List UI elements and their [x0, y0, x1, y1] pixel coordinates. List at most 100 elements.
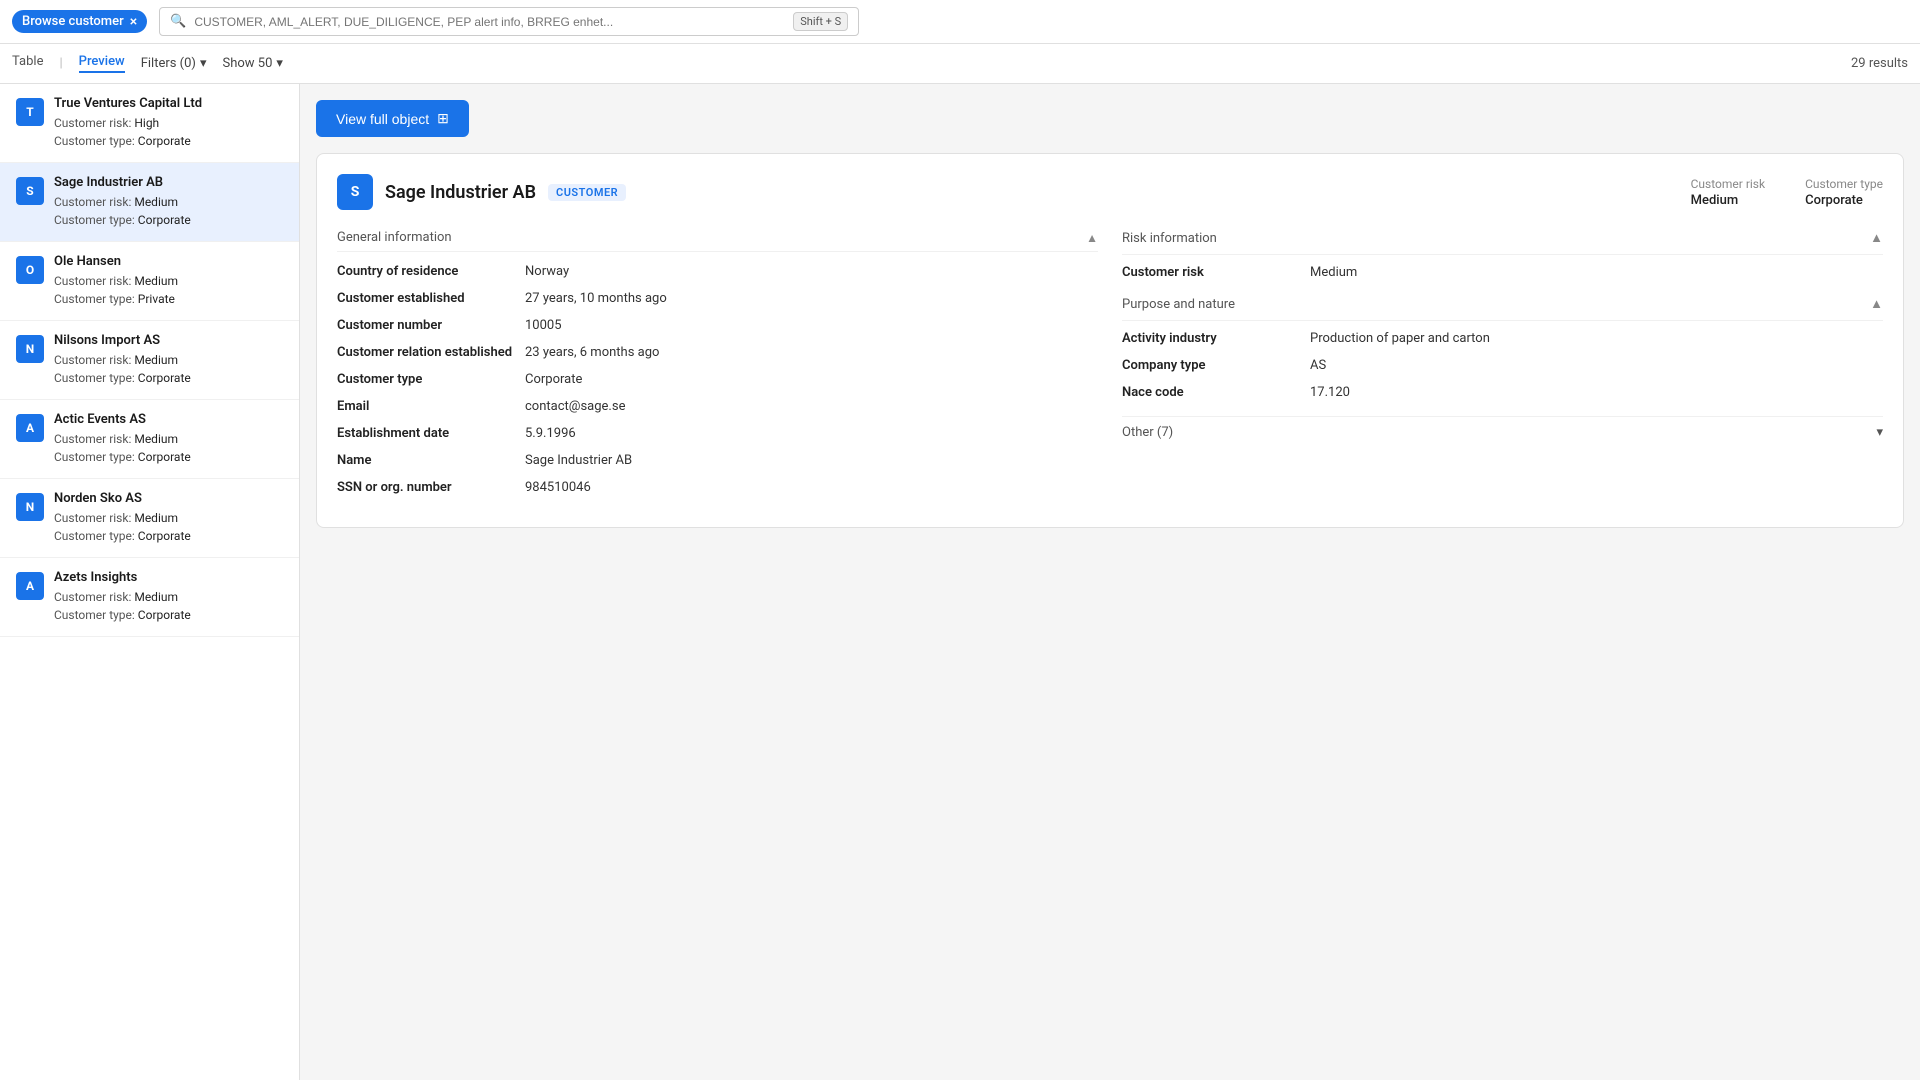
customer-info: Sage Industrier AB Customer risk: Medium…	[54, 175, 283, 229]
customer-avatar: T	[16, 98, 44, 126]
customer-name: True Ventures Capital Ltd	[54, 96, 283, 111]
detail-card: S Sage Industrier AB CUSTOMER Customer r…	[316, 153, 1904, 528]
view-full-object-button[interactable]: View full object ⊞	[316, 100, 469, 137]
divider: |	[59, 56, 62, 71]
sub-bar: Table | Preview Filters (0) ▾ Show 50 ▾ …	[0, 44, 1920, 84]
customer-risk-field-label: Customer risk	[1122, 265, 1302, 280]
field-label: Establishment date	[337, 426, 517, 441]
customer-avatar: A	[16, 572, 44, 600]
field-value: Sage Industrier AB	[525, 453, 632, 468]
filters-button[interactable]: Filters (0) ▾	[141, 56, 207, 71]
customer-meta: Customer risk: Medium Customer type: Pri…	[54, 272, 283, 308]
customer-list-item[interactable]: T True Ventures Capital Ltd Customer ris…	[0, 84, 299, 163]
company-type-label: Company type	[1122, 358, 1302, 373]
risk-value: Medium	[134, 353, 178, 367]
nace-code-value: 17.120	[1310, 385, 1350, 400]
customer-avatar: O	[16, 256, 44, 284]
customer-meta: Customer risk: Medium Customer type: Cor…	[54, 351, 283, 387]
info-row: Email contact@sage.se	[337, 399, 1098, 414]
other-label: Other (7)	[1122, 425, 1173, 440]
customer-list-item[interactable]: N Norden Sko AS Customer risk: Medium Cu…	[0, 479, 299, 558]
results-count: 29 results	[1851, 56, 1908, 71]
company-type-row: Company type AS	[1122, 358, 1883, 373]
risk-info-title: Risk information	[1122, 231, 1217, 246]
type-value: Corporate	[138, 213, 191, 227]
detail-body: General information ▲ Country of residen…	[337, 230, 1883, 507]
purpose-nature-title: Purpose and nature	[1122, 297, 1235, 312]
field-label: Email	[337, 399, 517, 414]
type-value: Corporate	[138, 450, 191, 464]
customer-info: Actic Events AS Customer risk: Medium Cu…	[54, 412, 283, 466]
activity-industry-value: Production of paper and carton	[1310, 331, 1490, 346]
customer-risk-row: Customer risk Medium	[1122, 265, 1883, 280]
risk-info-chevron-icon[interactable]: ▲	[1870, 230, 1883, 246]
field-label: SSN or org. number	[337, 480, 517, 495]
info-row: Country of residence Norway	[337, 264, 1098, 279]
risk-value: Medium	[134, 511, 178, 525]
customer-name: Nilsons Import AS	[54, 333, 283, 348]
customer-list-item[interactable]: S Sage Industrier AB Customer risk: Medi…	[0, 163, 299, 242]
risk-value: Medium	[134, 590, 178, 604]
company-type-value: AS	[1310, 358, 1326, 373]
tab-label: Browse customer	[22, 14, 124, 29]
customer-avatar: S	[16, 177, 44, 205]
show-label: Show 50	[223, 56, 273, 71]
tab-preview[interactable]: Preview	[79, 54, 125, 73]
customer-list-item[interactable]: O Ole Hansen Customer risk: Medium Custo…	[0, 242, 299, 321]
other-section-toggle[interactable]: Other (7) ▾	[1122, 416, 1883, 448]
customer-avatar: N	[16, 493, 44, 521]
activity-industry-row: Activity industry Production of paper an…	[1122, 331, 1883, 346]
customer-name: Actic Events AS	[54, 412, 283, 427]
field-value: 984510046	[525, 480, 591, 495]
customer-info: Ole Hansen Customer risk: Medium Custome…	[54, 254, 283, 308]
field-label: Customer established	[337, 291, 517, 306]
type-value: Corporate	[138, 134, 191, 148]
field-label: Customer type	[337, 372, 517, 387]
browse-customer-tab[interactable]: Browse customer ×	[12, 10, 147, 33]
other-chevron-icon: ▾	[1876, 425, 1883, 440]
customer-list: T True Ventures Capital Ltd Customer ris…	[0, 84, 300, 1080]
close-tab-icon[interactable]: ×	[130, 15, 137, 29]
risk-value: Medium	[134, 432, 178, 446]
customer-list-item[interactable]: N Nilsons Import AS Customer risk: Mediu…	[0, 321, 299, 400]
customer-name: Sage Industrier AB	[54, 175, 283, 190]
customer-info: Azets Insights Customer risk: Medium Cus…	[54, 570, 283, 624]
field-value: 27 years, 10 months ago	[525, 291, 667, 306]
risk-info-header: Risk information ▲	[1122, 230, 1883, 255]
field-value: 10005	[525, 318, 562, 333]
search-input[interactable]	[194, 15, 785, 29]
detail-meta-right: Customer risk Medium Customer type Corpo…	[1691, 177, 1883, 208]
risk-value: Medium	[134, 195, 178, 209]
tab-table[interactable]: Table	[12, 54, 43, 73]
general-info-header: General information ▲	[337, 230, 1098, 252]
purpose-nature-section: Purpose and nature ▲ Activity industry P…	[1122, 296, 1883, 400]
show-button[interactable]: Show 50 ▾	[223, 56, 283, 71]
field-label: Country of residence	[337, 264, 517, 279]
customer-risk-label: Customer risk	[1691, 177, 1765, 191]
content-area: View full object ⊞ S Sage Industrier AB …	[300, 84, 1920, 1080]
purpose-chevron-icon[interactable]: ▲	[1870, 296, 1883, 312]
field-value: Norway	[525, 264, 569, 279]
detail-company-name: Sage Industrier AB	[385, 182, 536, 203]
general-info-fields: Country of residence Norway Customer est…	[337, 264, 1098, 495]
customer-name: Azets Insights	[54, 570, 283, 585]
customer-risk-field-value: Medium	[1310, 265, 1357, 280]
activity-industry-label: Activity industry	[1122, 331, 1302, 346]
nace-code-row: Nace code 17.120	[1122, 385, 1883, 400]
customer-info: Nilsons Import AS Customer risk: Medium …	[54, 333, 283, 387]
risk-value: High	[134, 116, 159, 130]
info-row: Customer established 27 years, 10 months…	[337, 291, 1098, 306]
field-label: Name	[337, 453, 517, 468]
customer-info: Norden Sko AS Customer risk: Medium Cust…	[54, 491, 283, 545]
info-row: Customer relation established 23 years, …	[337, 345, 1098, 360]
general-info-title: General information	[337, 230, 452, 245]
general-info-chevron-icon[interactable]: ▲	[1086, 231, 1098, 245]
customer-meta: Customer risk: Medium Customer type: Cor…	[54, 509, 283, 545]
customer-list-item[interactable]: A Actic Events AS Customer risk: Medium …	[0, 400, 299, 479]
customer-info: True Ventures Capital Ltd Customer risk:…	[54, 96, 283, 150]
customer-meta: Customer risk: Medium Customer type: Cor…	[54, 430, 283, 466]
type-value: Private	[138, 292, 175, 306]
type-value: Corporate	[138, 608, 191, 622]
field-label: Customer relation established	[337, 345, 517, 360]
customer-list-item[interactable]: A Azets Insights Customer risk: Medium C…	[0, 558, 299, 637]
